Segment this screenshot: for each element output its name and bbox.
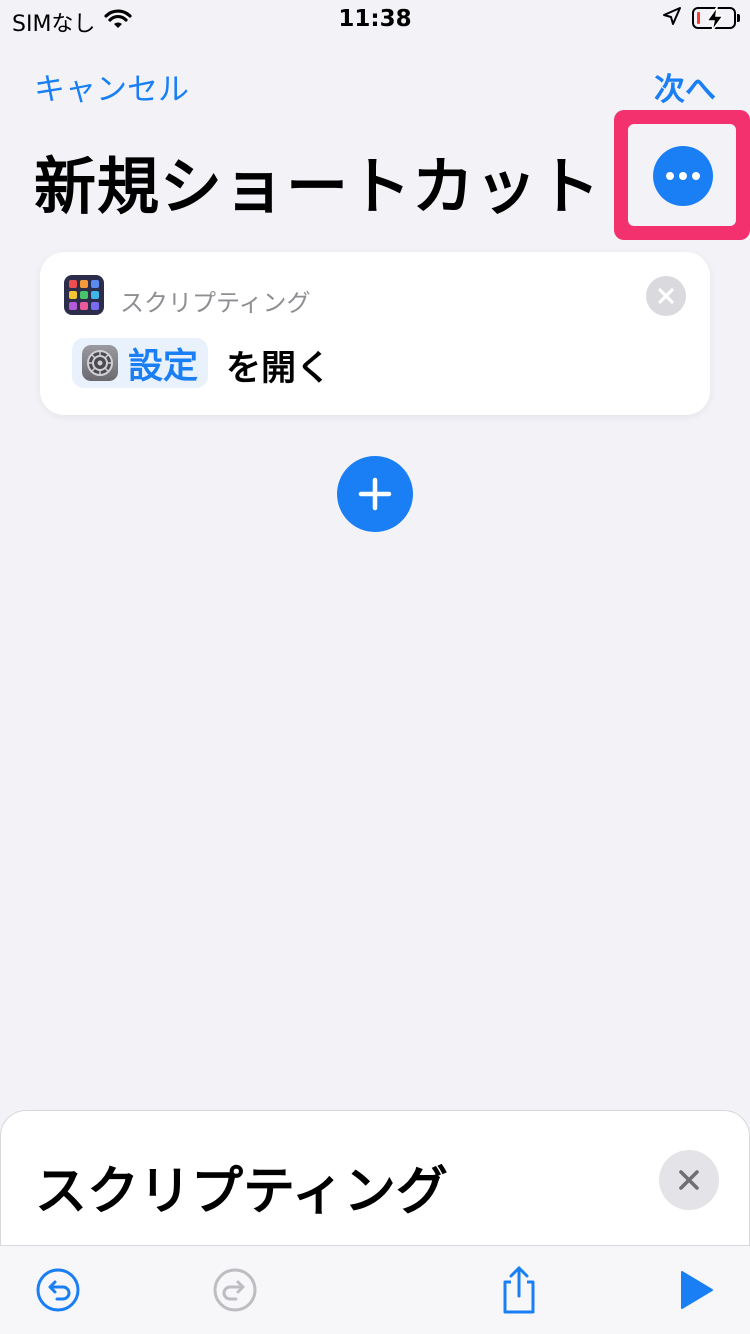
undo-icon (36, 1268, 80, 1312)
parameter-label: 設定 (128, 346, 199, 387)
sheet-title: スクリプティング (35, 1162, 448, 1222)
status-time: 11:38 (338, 6, 412, 32)
run-button[interactable] (672, 1266, 720, 1314)
redo-icon (213, 1268, 257, 1312)
bottom-toolbar (0, 1245, 750, 1334)
status-right (662, 5, 740, 32)
add-action-button[interactable] (337, 456, 413, 532)
remove-action-button[interactable] (646, 276, 686, 316)
close-icon (658, 288, 674, 304)
share-icon (503, 1266, 535, 1314)
action-card[interactable]: スクリプティング 設定 を開く (40, 252, 710, 415)
page-title: 新規ショートカット (34, 150, 602, 223)
share-button[interactable] (495, 1266, 543, 1314)
ellipsis-icon-dot (679, 172, 687, 180)
redo-button[interactable] (211, 1266, 259, 1314)
next-button[interactable]: 次へ (654, 64, 716, 109)
cancel-button[interactable]: キャンセル (34, 64, 189, 109)
close-icon (679, 1170, 699, 1190)
scripting-app-icon (64, 275, 104, 315)
battery-level (697, 12, 700, 24)
status-bar: SIMなし 11:38 (0, 0, 750, 40)
location-arrow-icon (662, 6, 682, 30)
actions-bottom-sheet[interactable]: スクリプティング (0, 1110, 750, 1250)
close-sheet-button[interactable] (659, 1150, 719, 1210)
action-text: を開く (226, 349, 332, 389)
ellipsis-icon (666, 172, 674, 180)
app-parameter-pill[interactable]: 設定 (72, 338, 209, 388)
ellipsis-icon-dot (692, 172, 700, 180)
battery-icon (692, 5, 740, 32)
charging-bolt-icon (705, 5, 725, 32)
shortcut-editor-screen: SIMなし 11:38 キャンセル 次へ 新規ショートカット スクリプティング … (0, 0, 750, 1334)
plus-icon (358, 477, 392, 511)
settings-gear-icon (82, 345, 118, 381)
play-icon (681, 1271, 713, 1309)
action-category-label: スクリプティング (120, 289, 311, 317)
undo-button[interactable] (34, 1266, 82, 1314)
more-options-button[interactable] (653, 146, 713, 206)
